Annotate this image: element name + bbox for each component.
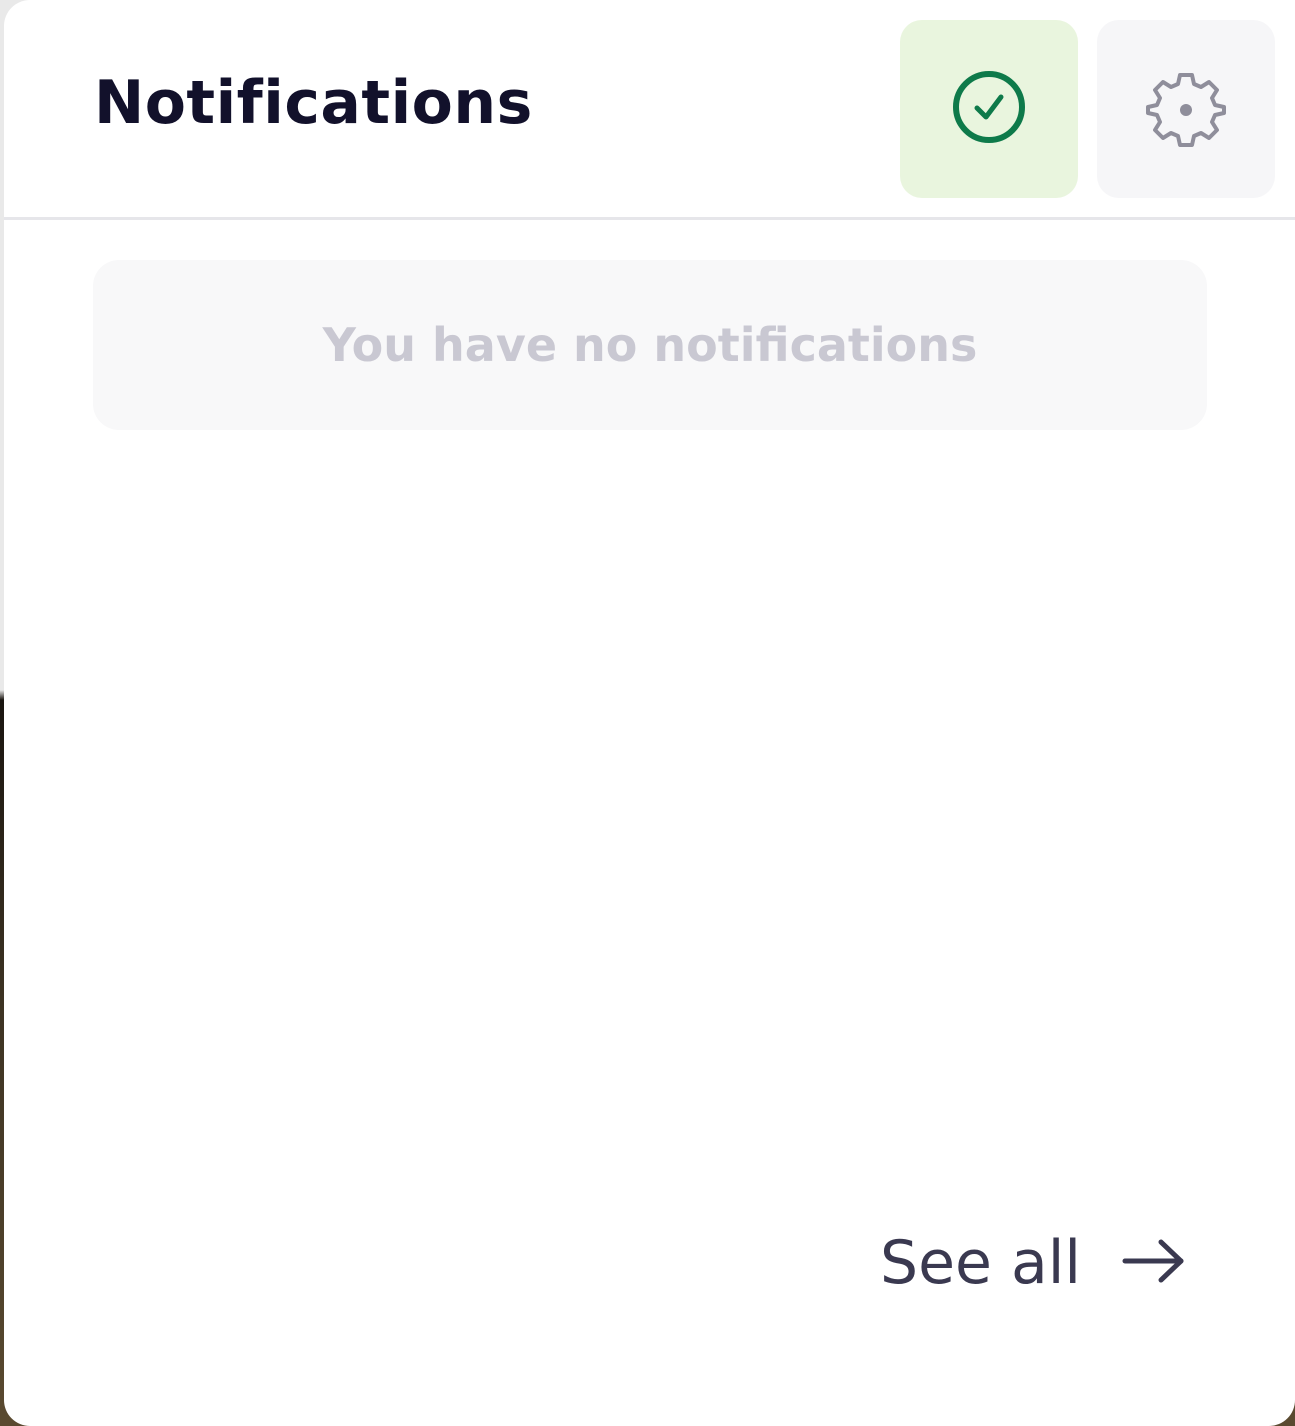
panel-header: Notifications <box>4 0 1295 220</box>
settings-button[interactable] <box>1097 20 1275 198</box>
arrow-right-icon <box>1121 1236 1187 1290</box>
empty-state: You have no notifications <box>93 260 1207 430</box>
empty-state-message: You have no notifications <box>322 318 978 372</box>
check-circle-icon <box>949 67 1029 151</box>
notifications-panel: Notifications You have no notifications … <box>4 0 1295 1426</box>
panel-title: Notifications <box>94 68 533 138</box>
gear-icon <box>1146 67 1226 151</box>
see-all-label: See all <box>880 1228 1082 1298</box>
see-all-link[interactable]: See all <box>880 1228 1187 1298</box>
mark-all-read-button[interactable] <box>900 20 1078 198</box>
